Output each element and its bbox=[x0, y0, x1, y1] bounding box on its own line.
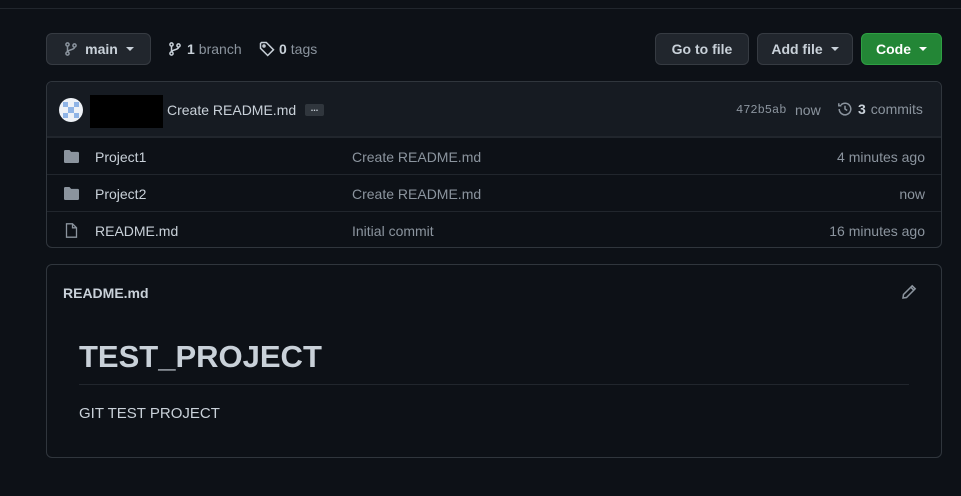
git-branch-icon bbox=[169, 42, 181, 56]
file-commit-message[interactable]: Create README.md bbox=[352, 149, 481, 165]
readme-filename[interactable]: README.md bbox=[63, 285, 149, 301]
chevron-down-icon bbox=[830, 47, 839, 51]
file-icon bbox=[65, 223, 78, 238]
commit-sha[interactable]: 472b5ab bbox=[736, 103, 786, 117]
readme-body: GIT TEST PROJECT bbox=[79, 405, 220, 422]
file-row: README.md Initial commit 16 minutes ago bbox=[47, 211, 941, 247]
file-commit-message[interactable]: Create README.md bbox=[352, 186, 481, 202]
file-commit-message[interactable]: Initial commit bbox=[352, 223, 434, 239]
add-file-button[interactable]: Add file bbox=[757, 33, 853, 65]
file-row: Project2 Create README.md now bbox=[47, 174, 941, 211]
readme-panel: README.md TEST_PROJECT GIT TEST PROJECT bbox=[46, 264, 942, 458]
readme-divider bbox=[79, 384, 909, 385]
branch-label: branch bbox=[198, 41, 242, 57]
tag-label: tags bbox=[290, 41, 318, 57]
branch-selector-button[interactable]: main bbox=[46, 33, 151, 65]
git-branch-icon bbox=[65, 42, 78, 56]
branch-name: main bbox=[85, 41, 118, 57]
code-label: Code bbox=[876, 41, 911, 57]
tag-icon bbox=[259, 41, 275, 57]
branches-link[interactable]: 1 branch bbox=[167, 33, 242, 65]
commit-label: commits bbox=[870, 101, 923, 117]
latest-commit-bar: Create README.md ... 472b5ab now 3 commi… bbox=[47, 82, 941, 137]
file-name[interactable]: Project1 bbox=[95, 149, 146, 165]
commit-count: 3 bbox=[858, 101, 866, 117]
add-file-label: Add file bbox=[771, 41, 823, 57]
folder-icon bbox=[64, 150, 79, 163]
file-commit-time: 16 minutes ago bbox=[829, 223, 925, 239]
go-to-file-button[interactable]: Go to file bbox=[655, 33, 749, 65]
commit-time: now bbox=[795, 102, 821, 118]
history-icon bbox=[838, 102, 852, 116]
avatar[interactable] bbox=[59, 98, 83, 122]
pencil-icon[interactable] bbox=[901, 284, 917, 300]
chevron-down-icon bbox=[125, 47, 134, 51]
folder-icon bbox=[64, 187, 79, 200]
code-button[interactable]: Code bbox=[861, 33, 942, 65]
redacted-username bbox=[90, 95, 163, 128]
file-commit-time: now bbox=[899, 186, 925, 202]
file-name[interactable]: Project2 bbox=[95, 186, 146, 202]
file-row: Project1 Create README.md 4 minutes ago bbox=[47, 137, 941, 174]
file-commit-time: 4 minutes ago bbox=[837, 149, 925, 165]
chevron-down-icon bbox=[919, 47, 927, 51]
file-browser: Create README.md ... 472b5ab now 3 commi… bbox=[46, 81, 942, 248]
file-name[interactable]: README.md bbox=[95, 223, 178, 239]
repo-toolbar: main 1 branch 0 tags Go to file Add file… bbox=[46, 33, 942, 65]
tag-count: 0 bbox=[279, 41, 287, 57]
branch-count: 1 bbox=[187, 41, 195, 57]
commit-history-link[interactable]: 3 commits bbox=[837, 101, 923, 117]
tags-link[interactable]: 0 tags bbox=[259, 33, 317, 65]
readme-heading: TEST_PROJECT bbox=[79, 339, 322, 374]
expand-commit-button[interactable]: ... bbox=[305, 104, 324, 116]
top-divider bbox=[0, 8, 961, 9]
latest-commit-message[interactable]: Create README.md bbox=[167, 102, 296, 118]
